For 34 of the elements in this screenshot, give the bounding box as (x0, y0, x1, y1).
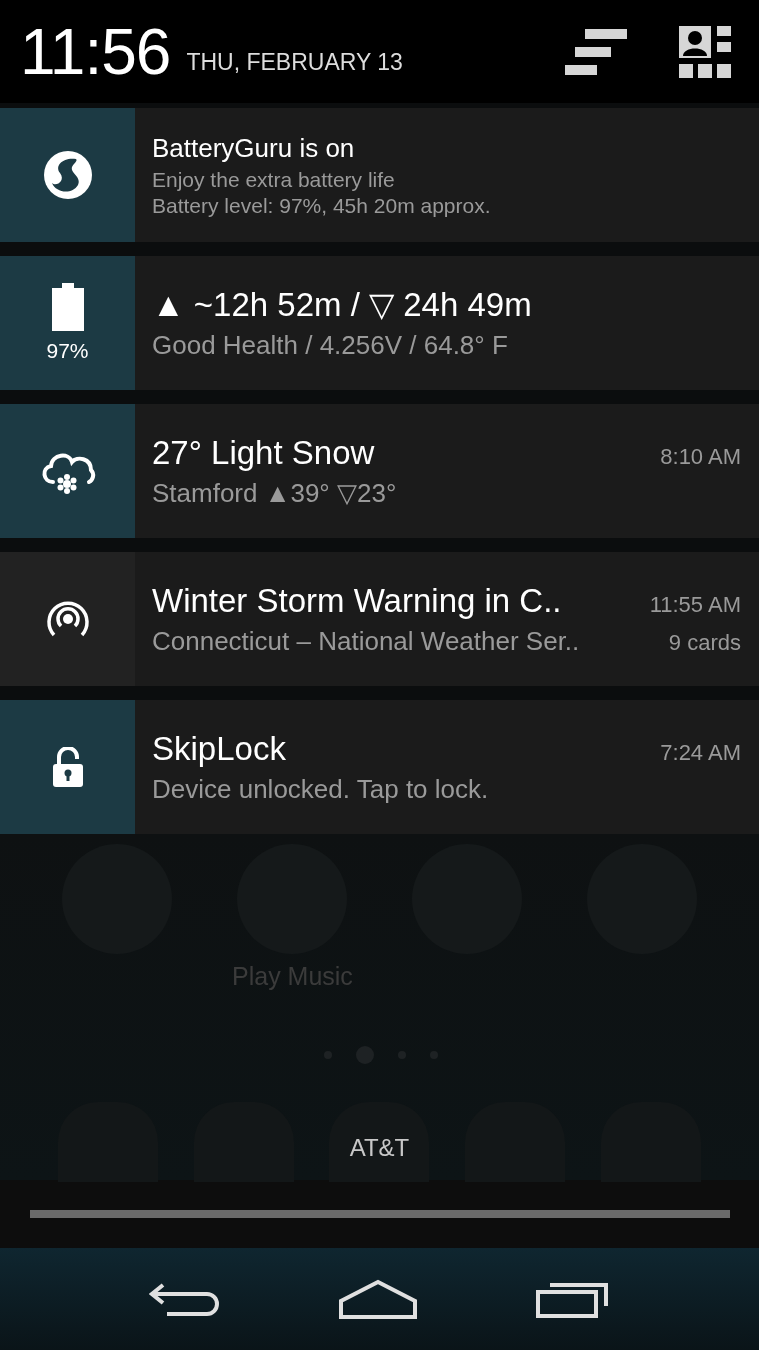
notification-time: 8:10 AM (660, 443, 741, 470)
carrier-label: AT&T (349, 1134, 410, 1161)
notification-card[interactable]: Winter Storm Warning in C.. 11:55 AM Connecticut – National Weather Ser.. 9 cards (0, 552, 759, 686)
drag-handle[interactable] (29, 1210, 730, 1218)
notification-time: 11:55 AM (649, 591, 741, 618)
stacked-bars-icon[interactable] (565, 28, 627, 75)
notification-text: Enjoy the extra battery life (152, 167, 395, 192)
notification-card[interactable]: 97% ▲ ~12h 52m / ▽ 24h 49m Good Health / 4.256V / 64.8° F (0, 256, 759, 390)
notification-title: Winter Storm Warning in C.. (152, 581, 562, 620)
notification-text: Connecticut – National Weather Ser.. (152, 625, 580, 657)
back-icon[interactable] (149, 1281, 222, 1317)
notification-time: 7:24 AM (660, 739, 741, 766)
unlocked-padlock-icon (52, 747, 83, 787)
home-icon[interactable] (339, 1279, 418, 1319)
notification-text: Battery level: 97%, 45h 20m approx. (152, 193, 491, 218)
notification-text: Device unlocked. Tap to lock. (152, 773, 489, 805)
notification-title: 27° Light Snow (152, 433, 375, 472)
notification-title: ▲ ~12h 52m / ▽ 24h 49m (152, 285, 532, 324)
battery-icon (51, 283, 84, 331)
notification-title: SkipLock (152, 729, 286, 768)
profile-grid-icon[interactable] (679, 25, 731, 78)
notification-text: Stamford ▲39° ▽23° (152, 477, 397, 509)
broadcast-icon (44, 599, 91, 639)
notification-card[interactable]: 27° Light Snow 8:10 AM Stamford ▲39° ▽23° (0, 404, 759, 538)
battery-percent: 97% (46, 339, 89, 363)
notification-title: BatteryGuru is on (152, 132, 355, 164)
clock-time: 11:56 (20, 14, 171, 89)
card-count: 9 cards (668, 629, 741, 656)
notification-text: Good Health / 4.256V / 64.8° F (152, 330, 508, 361)
s-logo-icon (41, 149, 94, 201)
notification-card[interactable]: SkipLock 7:24 AM Device unlocked. Tap to lock. (0, 700, 759, 834)
date-label: THU, FEBRUARY 13 (186, 49, 403, 76)
notification-card[interactable]: BatteryGuru is on Enjoy the extra battery life Battery level: 97%, 45h 20m approx. (0, 108, 759, 242)
recents-icon[interactable] (535, 1280, 610, 1318)
